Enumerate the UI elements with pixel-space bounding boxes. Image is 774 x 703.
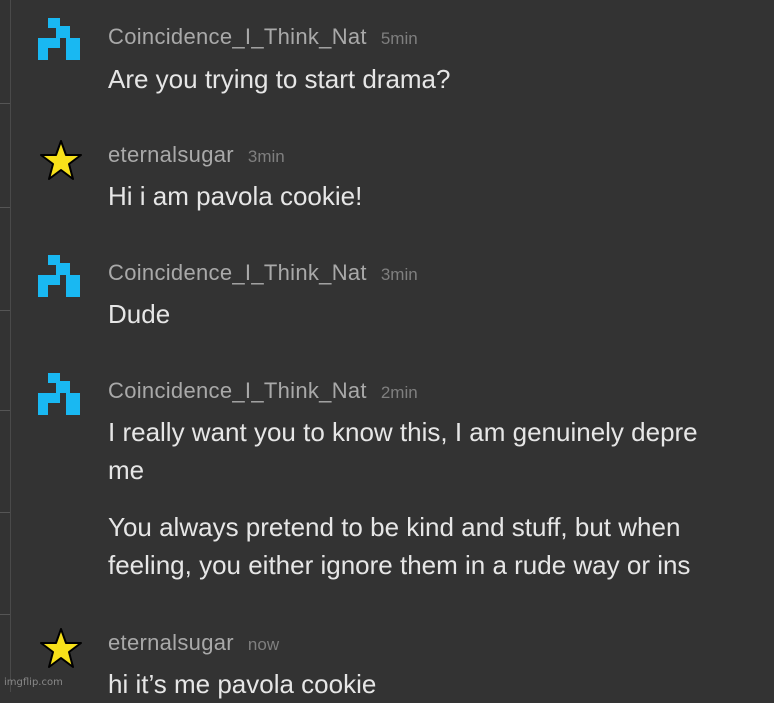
timestamp: 3min: [380, 265, 418, 284]
timestamp: now: [247, 635, 280, 654]
message-header: eternalsugar 3min: [108, 142, 285, 168]
blue-block-icon[interactable]: [38, 255, 80, 297]
timestamp: 3min: [247, 147, 285, 166]
message-text: Dude: [108, 299, 171, 329]
message-text: feeling, you either ignore them in a rud…: [108, 550, 691, 580]
message-text: I really want you to know this, I am gen…: [108, 417, 698, 447]
message-text: hi it’s me pavola cookie: [108, 669, 377, 699]
rail-divider: [0, 614, 10, 615]
blue-block-icon[interactable]: [38, 373, 80, 415]
message-text: Are you trying to start drama?: [108, 64, 451, 94]
message-text: You always pretend to be kind and stuff,…: [108, 512, 681, 542]
star-icon[interactable]: [40, 140, 82, 182]
blue-block-icon[interactable]: [38, 18, 80, 60]
rail-divider: [0, 310, 10, 311]
star-icon[interactable]: [40, 628, 82, 670]
message-header: Coincidence_I_Think_Nat 3min: [108, 260, 418, 286]
username-link[interactable]: eternalsugar: [108, 630, 234, 655]
username-link[interactable]: Coincidence_I_Think_Nat: [108, 24, 367, 49]
watermark: imgflip.com: [4, 677, 63, 688]
message-text: Hi i am pavola cookie!: [108, 181, 363, 211]
message-text: me: [108, 455, 145, 485]
rail-divider: [0, 512, 10, 513]
username-link[interactable]: Coincidence_I_Think_Nat: [108, 378, 367, 403]
message-header: Coincidence_I_Think_Nat 5min: [108, 24, 418, 50]
timestamp: 2min: [380, 383, 418, 402]
rail-divider: [0, 103, 10, 104]
rail-divider: [0, 410, 10, 411]
message-header: eternalsugar now: [108, 630, 279, 656]
username-link[interactable]: eternalsugar: [108, 142, 234, 167]
message-header: Coincidence_I_Think_Nat 2min: [108, 378, 418, 404]
username-link[interactable]: Coincidence_I_Think_Nat: [108, 260, 367, 285]
rail-divider: [0, 207, 10, 208]
timestamp: 5min: [380, 29, 418, 48]
